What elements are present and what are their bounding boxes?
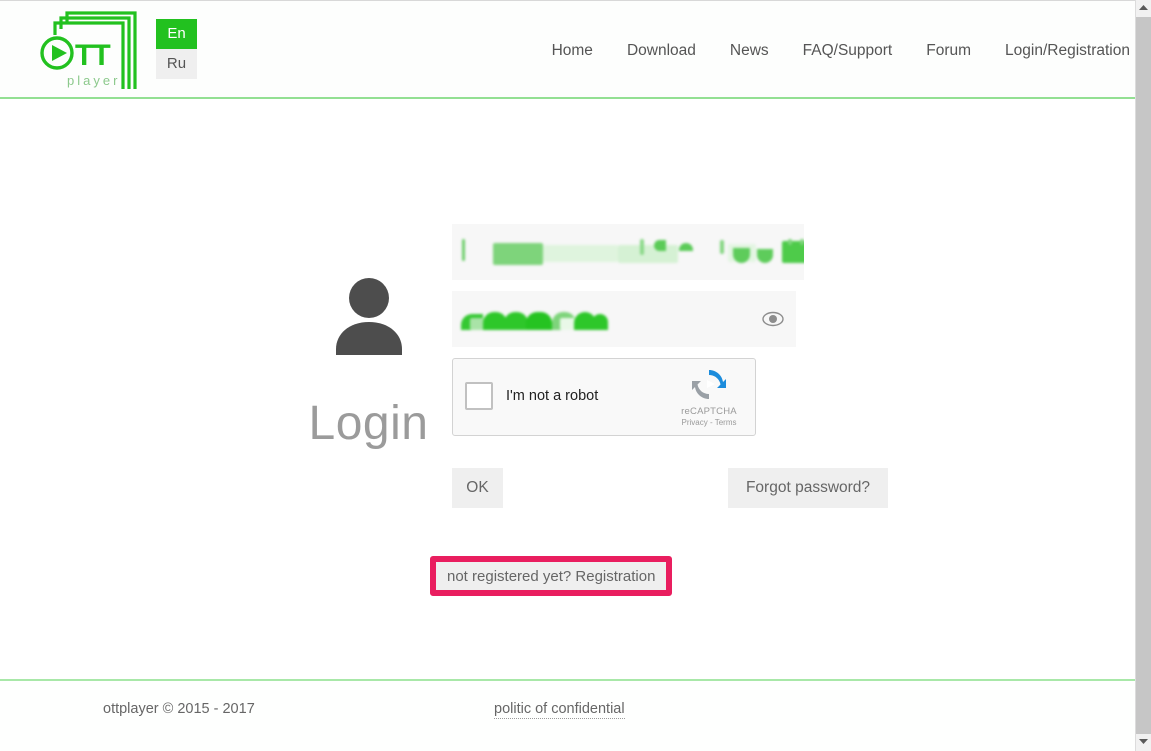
recaptcha-label: I'm not a robot <box>506 388 599 404</box>
recaptcha-widget[interactable]: I'm not a robot reCAPTCHA Privacy - Term… <box>452 358 756 436</box>
nav-home[interactable]: Home <box>535 42 610 60</box>
ottplayer-logo[interactable]: TT player <box>37 9 157 91</box>
eye-icon[interactable] <box>762 310 784 328</box>
login-fields-group: I'm not a robot reCAPTCHA Privacy - Term… <box>430 224 912 596</box>
registration-highlight: not registered yet? Registration <box>430 556 673 596</box>
recaptcha-brand-name: reCAPTCHA <box>681 406 737 417</box>
recaptcha-branding: reCAPTCHA Privacy - Terms <box>672 366 746 427</box>
main-navigation: Home Download News FAQ/Support Forum Log… <box>535 42 1135 60</box>
site-footer: ottplayer © 2015 - 2017 politic of confi… <box>0 679 1135 751</box>
nav-forum[interactable]: Forum <box>909 42 988 60</box>
login-actions: OK Forgot password? not registered yet? … <box>430 468 912 596</box>
chevron-down-icon[interactable] <box>1136 734 1151 751</box>
email-input[interactable] <box>452 224 804 280</box>
recaptcha-checkbox[interactable] <box>465 382 493 410</box>
email-redacted-value <box>460 239 804 265</box>
login-form: Login I'm not a robot reCAPTCHA Privacy … <box>296 224 916 596</box>
user-avatar-icon <box>332 277 406 355</box>
footer-copyright: ottplayer © 2015 - 2017 <box>103 701 255 717</box>
page-content: Login I'm not a robot reCAPTCHA Privacy … <box>0 99 1135 679</box>
nav-news[interactable]: News <box>713 42 786 60</box>
chevron-up-icon[interactable] <box>1136 0 1151 17</box>
browser-page: TT player En Ru Home Download News FAQ/S… <box>0 0 1151 751</box>
svg-text:player: player <box>67 73 120 88</box>
lang-option-ru[interactable]: Ru <box>156 49 197 79</box>
nav-login-registration[interactable]: Login/Registration <box>988 42 1135 60</box>
svg-text:TT: TT <box>75 39 110 72</box>
lang-option-en[interactable]: En <box>156 19 197 49</box>
registration-button[interactable]: not registered yet? Registration <box>436 562 667 590</box>
forgot-password-button[interactable]: Forgot password? <box>728 468 888 508</box>
page-viewport: TT player En Ru Home Download News FAQ/S… <box>0 0 1135 751</box>
ok-button[interactable]: OK <box>452 468 503 508</box>
recaptcha-privacy-terms[interactable]: Privacy - Terms <box>672 418 746 427</box>
recaptcha-logo-icon <box>689 366 729 404</box>
password-redacted-value <box>460 306 796 332</box>
login-heading-group: Login <box>296 224 441 448</box>
scrollbar-thumb[interactable] <box>1136 17 1151 734</box>
privacy-policy-link[interactable]: politic of confidential <box>494 701 625 719</box>
site-header: TT player En Ru Home Download News FAQ/S… <box>0 1 1135 99</box>
vertical-scrollbar[interactable] <box>1135 0 1151 751</box>
page-title: Login <box>308 397 429 450</box>
language-switcher[interactable]: En Ru <box>156 19 197 79</box>
nav-faq-support[interactable]: FAQ/Support <box>786 42 910 60</box>
password-input[interactable] <box>452 291 796 347</box>
nav-download[interactable]: Download <box>610 42 713 60</box>
